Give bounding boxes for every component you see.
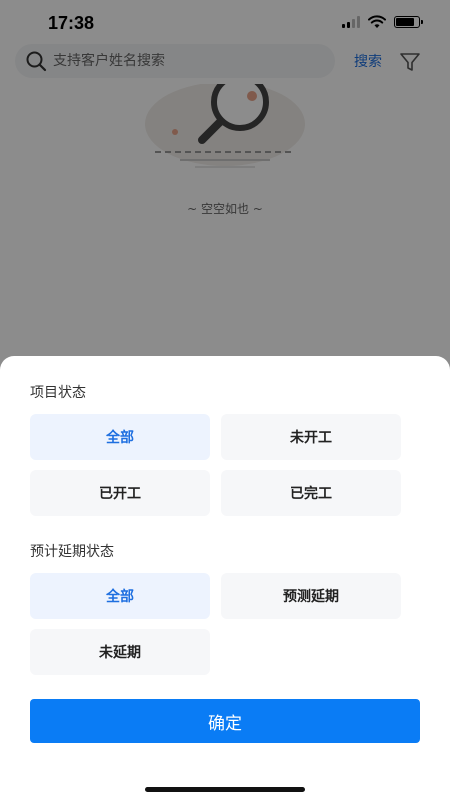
delay-status-option-predicted-delay[interactable]: 预测延期 (221, 573, 401, 619)
delay-status-option-not-delayed[interactable]: 未延期 (30, 629, 210, 675)
project-status-title: 项目状态 (30, 385, 86, 401)
project-status-option-completed[interactable]: 已完工 (221, 470, 401, 516)
delay-status-title: 预计延期状态 (30, 544, 114, 560)
home-indicator (145, 787, 305, 792)
confirm-button[interactable]: 确定 (30, 699, 420, 743)
project-status-option-started[interactable]: 已开工 (30, 470, 210, 516)
project-status-option-all[interactable]: 全部 (30, 414, 210, 460)
project-status-option-not-started[interactable]: 未开工 (221, 414, 401, 460)
filter-sheet: 项目状态 全部 未开工 已开工 已完工 预计延期状态 全部 预测延期 未延期 确… (0, 356, 450, 800)
delay-status-option-all[interactable]: 全部 (30, 573, 210, 619)
